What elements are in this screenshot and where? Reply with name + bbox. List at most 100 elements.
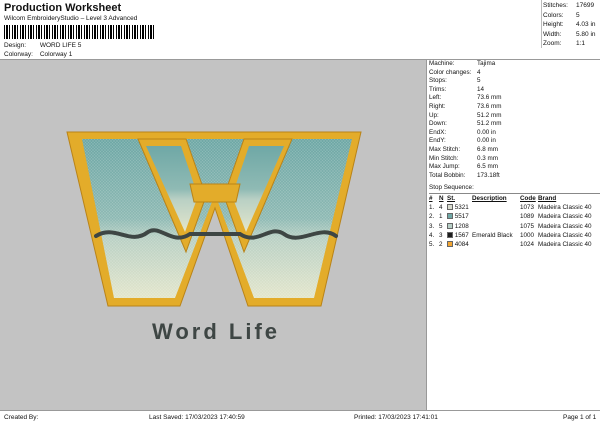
detail-row: Max Stitch: 6.8 mm <box>429 146 600 155</box>
detail-value: 73.6 mm <box>477 94 502 102</box>
detail-row: Up: 51.2 mm <box>429 112 600 121</box>
detail-value: 0.00 in <box>477 137 496 145</box>
detail-value: 0.00 in <box>477 128 496 136</box>
color-swatch-icon <box>447 213 453 220</box>
stat-value: 5 <box>576 11 580 19</box>
detail-label: EndY: <box>429 137 446 145</box>
row-num: 3. <box>429 222 435 230</box>
detail-label: Trims: <box>429 85 447 93</box>
row-brand: Madeira Classic 40 <box>538 222 592 230</box>
detail-value: 173.18ft <box>477 171 500 179</box>
detail-value: 51.2 mm <box>477 120 502 128</box>
row-brand: Madeira Classic 40 <box>538 213 592 221</box>
row-description <box>472 212 520 221</box>
color-swatch-icon <box>447 222 453 229</box>
table-row: 3. 5 1208 1075 Madeira Classic 40 <box>429 222 600 231</box>
detail-row: Down: 51.2 mm <box>429 120 600 129</box>
table-row: 2. 1 5517 1089 Madeira Classic 40 <box>429 212 600 221</box>
design-preview-canvas[interactable]: Word Life <box>0 60 427 410</box>
stat-label: Height: <box>543 21 564 28</box>
detail-label: Max Stitch: <box>429 145 461 153</box>
color-swatch-icon <box>447 232 453 239</box>
detail-label: Right: <box>429 102 446 110</box>
detail-value: 6.8 mm <box>477 145 498 153</box>
row-stitch: 4084 <box>447 240 472 249</box>
row-description <box>472 222 520 231</box>
stat-label: Zoom: <box>543 40 562 47</box>
word-life-text: Word Life <box>152 319 280 344</box>
detail-row: Right: 73.6 mm <box>429 103 600 112</box>
stat-row: Colors: 5 <box>543 12 600 22</box>
row-num: 4. <box>429 232 435 240</box>
row-stitch: 1208 <box>447 222 472 231</box>
table-row: 4. 3 1567 Emerald Black 1000 Madeira Classic… <box>429 231 600 240</box>
col-header-st: St. <box>447 195 456 202</box>
row-needle: 3 <box>439 232 443 240</box>
stat-label: Colors: <box>543 11 564 19</box>
row-code: 1000 <box>520 232 535 240</box>
row-description: Emerald Black <box>472 232 513 240</box>
detail-row: Total Bobbin: 173.18ft <box>429 172 600 181</box>
detail-label: Up: <box>429 111 439 119</box>
stat-label: Width: <box>543 30 562 38</box>
stats-divider <box>541 0 542 48</box>
detail-row: Trims: 14 <box>429 86 600 95</box>
col-header-n: N <box>439 195 444 202</box>
stats-panel: Stitches: 17699 Colors: 5 Height: 4.03 in W… <box>543 2 600 50</box>
detail-value: 6.5 mm <box>477 163 498 171</box>
detail-value: 0.3 mm <box>477 154 498 162</box>
row-code: 1089 <box>520 213 535 221</box>
detail-row: Max Jump: 6.5 mm <box>429 163 600 172</box>
row-num: 2. <box>429 213 435 221</box>
col-header-num: # <box>429 195 433 202</box>
detail-label: Color changes: <box>429 68 472 76</box>
w-top-stripe <box>189 183 241 203</box>
row-brand: Madeira Classic 40 <box>538 241 592 249</box>
stop-sequence-title: Stop Sequence: <box>429 184 474 191</box>
page-number: Page 1 of 1 <box>563 414 597 421</box>
design-value: WORD LIFE 5 <box>39 42 82 49</box>
software-subtitle: Wilcom EmbroideryStudio – Level 3 Advanc… <box>4 15 138 22</box>
row-num: 5. <box>429 241 435 249</box>
stat-value: 17699 <box>576 2 595 9</box>
row-needle: 4 <box>439 204 443 212</box>
detail-value: 51.2 mm <box>477 111 502 119</box>
row-description <box>472 203 520 212</box>
row-needle: 1 <box>439 213 443 221</box>
detail-row: Color changes: 4 <box>429 69 600 78</box>
stat-row: Zoom: 1:1 <box>543 40 600 50</box>
row-code: 1024 <box>520 241 535 249</box>
stat-value: 5.80 in <box>576 30 596 38</box>
colorway-row: Colorway: Colorway 1 <box>4 51 72 58</box>
stop-sequence-table: # N St. Description Code Brand 1. 4 5321 1… <box>429 194 600 249</box>
detail-label: Stops: <box>429 77 447 85</box>
worksheet-header: Production Worksheet Wilcom EmbroiderySt… <box>0 0 600 60</box>
detail-label: Left: <box>429 94 442 102</box>
detail-label: Max Jump: <box>429 163 460 171</box>
detail-row: Left: 73.6 mm <box>429 94 600 103</box>
table-header-row: # N St. Description Code Brand <box>429 194 600 203</box>
detail-label: Machine: <box>429 60 455 67</box>
design-row: Design: WORD LIFE 5 <box>4 42 81 49</box>
detail-row: EndX: 0.00 in <box>429 129 600 138</box>
row-description <box>472 240 520 249</box>
design-label: Design: <box>4 42 27 49</box>
detail-label: EndX: <box>429 128 447 136</box>
page-title: Production Worksheet <box>4 2 122 14</box>
detail-value: 73.6 mm <box>477 102 502 110</box>
detail-label: Total Bobbin: <box>429 171 466 179</box>
detail-row: EndY: 0.00 in <box>429 137 600 146</box>
barcode <box>4 25 155 39</box>
detail-value: Tajima <box>477 60 496 67</box>
row-stitch: 5517 <box>447 212 472 221</box>
detail-row: Machine: Tajima <box>429 60 600 69</box>
detail-value: 4 <box>477 68 481 76</box>
machine-details-panel: Machine: Tajima Color changes: 4 Stops: 5 Trim… <box>429 60 600 180</box>
stat-value: 1:1 <box>576 40 586 47</box>
stat-label: Stitches: <box>543 2 568 9</box>
row-num: 1. <box>429 204 435 212</box>
table-row: 5. 2 4084 1024 Madeira Classic 40 <box>429 240 600 249</box>
stat-row: Width: 5.80 in <box>543 31 600 41</box>
color-swatch-icon <box>447 241 453 248</box>
stitch-value: 4084 <box>454 241 469 249</box>
